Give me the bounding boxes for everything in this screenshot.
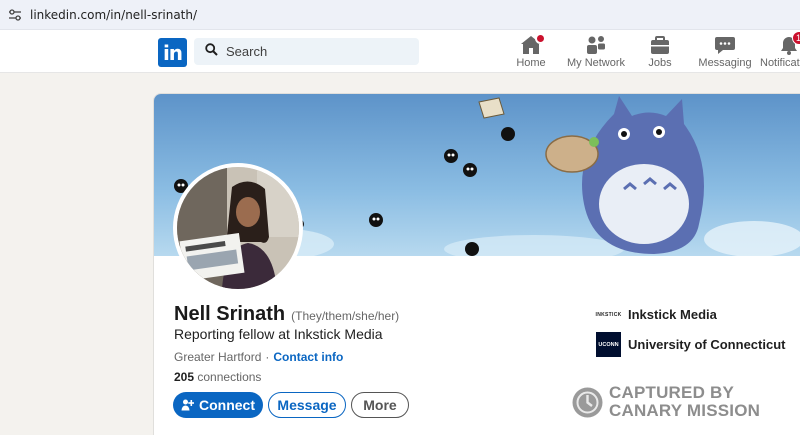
nav-notifications[interactable]: 12 Notifications — [760, 31, 800, 72]
experience-item-inkstick[interactable]: INKSTICK Inkstick Media — [596, 302, 717, 327]
messaging-icon — [713, 34, 737, 56]
uconn-logo: UCONN — [596, 332, 621, 357]
captured-watermark: CAPTURED BY CANARY MISSION — [572, 384, 760, 420]
nav-home-label: Home — [516, 57, 546, 69]
home-icon — [519, 33, 546, 56]
search-input[interactable]: Search — [194, 38, 419, 65]
home-notification-dot — [535, 33, 546, 44]
experience-item-uconn[interactable]: UCONN University of Connecticut — [596, 332, 785, 357]
browser-address-bar[interactable]: linkedin.com/in/nell-srinath/ — [0, 0, 800, 30]
bell-icon: 12 — [777, 31, 800, 56]
location-separator: · — [265, 350, 270, 364]
nav-jobs[interactable]: Jobs — [640, 34, 680, 72]
experience-org-name: Inkstick Media — [628, 307, 717, 322]
contact-info-link[interactable]: Contact info — [273, 350, 343, 364]
canary-clock-icon — [572, 387, 603, 418]
connect-button[interactable]: Connect — [173, 392, 263, 418]
inkstick-logo-text: INKSTICK — [595, 311, 622, 318]
search-icon — [205, 42, 218, 61]
nav-home[interactable]: Home — [511, 33, 551, 72]
profile-connections[interactable]: 205 connections — [174, 370, 261, 384]
profile-pronouns: (They/them/she/her) — [291, 309, 400, 323]
message-button[interactable]: Message — [268, 392, 346, 418]
connect-label: Connect — [199, 397, 255, 413]
connections-label: connections — [197, 370, 262, 384]
briefcase-icon — [648, 34, 672, 56]
nav-messaging[interactable]: Messaging — [698, 34, 752, 72]
search-placeholder: Search — [226, 44, 268, 59]
connections-count: 205 — [174, 370, 195, 384]
uconn-logo-text: UCONN — [598, 341, 619, 348]
linkedin-logo[interactable]: in — [158, 38, 187, 67]
nav-my-network-label: My Network — [566, 57, 626, 69]
profile-headline: Reporting fellow at Inkstick Media — [174, 326, 383, 342]
network-icon — [584, 34, 608, 56]
profile-name: Nell Srinath — [174, 303, 286, 325]
site-settings-icon[interactable] — [0, 0, 30, 30]
watermark-line-1: CAPTURED BY — [609, 383, 734, 402]
nav-jobs-label: Jobs — [648, 57, 672, 69]
experience-org-name: University of Connecticut — [628, 337, 786, 352]
global-nav: in Search Home My Network Jobs Messaging — [0, 30, 800, 73]
nav-messaging-label: Messaging — [698, 57, 752, 69]
watermark-line-2: CANARY MISSION — [609, 401, 761, 420]
more-button[interactable]: More — [351, 392, 409, 418]
notifications-badge: 12 — [791, 31, 800, 45]
nav-my-network[interactable]: My Network — [566, 34, 626, 72]
profile-photo[interactable] — [173, 163, 303, 293]
add-person-icon — [181, 399, 194, 411]
profile-name-row: Nell Srinath (They/them/she/her) — [174, 303, 399, 326]
url-text[interactable]: linkedin.com/in/nell-srinath/ — [30, 8, 197, 22]
profile-location: Greater Hartford — [174, 350, 262, 364]
profile-location-row: Greater Hartford · Contact info — [174, 350, 343, 364]
nav-notifications-label: Notifications — [760, 57, 800, 69]
inkstick-logo: INKSTICK — [595, 302, 622, 327]
